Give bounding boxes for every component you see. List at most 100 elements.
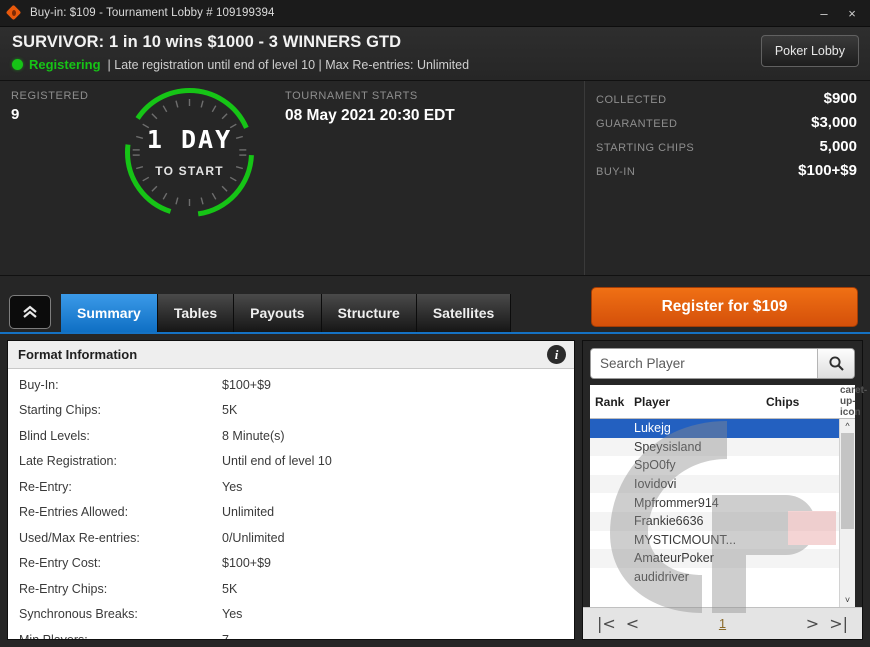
player-row[interactable]: Speysisland xyxy=(590,437,839,457)
scroll-down-button[interactable]: ˅ xyxy=(840,593,855,607)
magnifier-icon xyxy=(828,356,844,371)
tab-summary[interactable]: Summary xyxy=(61,294,158,332)
format-row-value: 0/Unlimited xyxy=(222,530,285,545)
format-row-key: Starting Chips: xyxy=(19,403,101,418)
format-row: Re-Entries Allowed: Unlimited xyxy=(8,500,574,526)
player-row[interactable]: SpO0fy xyxy=(590,456,839,475)
player-name: Frankie6636 xyxy=(634,514,704,529)
format-row-key: Late Registration: xyxy=(19,454,117,469)
player-search-bar xyxy=(590,348,855,379)
pagination-bar: |< < 1 > >| xyxy=(583,607,862,639)
prize-value: $100+$9 xyxy=(798,162,857,179)
prize-row: BUY-IN $100+$9 xyxy=(596,162,857,179)
format-row: Buy-In: $100+$9 xyxy=(8,372,574,398)
player-name: SpO0fy xyxy=(634,458,676,473)
collapse-panel-button[interactable] xyxy=(9,295,51,329)
player-list-header: Rank Player Chips caret-up-icon xyxy=(590,385,867,419)
player-row[interactable]: Frankie6636 xyxy=(590,511,839,531)
format-row: Late Registration: Until end of level 10 xyxy=(8,449,574,475)
status-dot-icon xyxy=(12,59,23,70)
minimize-button[interactable]: – xyxy=(810,2,838,25)
register-button[interactable]: Register for $109 xyxy=(591,287,858,327)
player-name: Lukejg xyxy=(634,421,671,436)
column-header-chips[interactable]: Chips xyxy=(766,395,840,409)
tournament-starts-label: TOURNAMENT STARTS xyxy=(285,90,418,102)
status-badge: Registering xyxy=(29,57,101,72)
countdown-ring: 1 DAY TO START xyxy=(118,81,261,224)
prize-row: STARTING CHIPS 5,000 xyxy=(596,138,857,155)
tournament-header: SURVIVOR: 1 in 10 wins $1000 - 3 WINNERS… xyxy=(0,27,870,81)
player-row[interactable]: MYSTICMOUNT... xyxy=(590,531,839,550)
format-row-value: Yes xyxy=(222,479,243,494)
format-row: Re-Entry Chips: 5K xyxy=(8,576,574,602)
format-row-value: Until end of level 10 xyxy=(222,454,332,469)
player-list-scrollbar[interactable]: ^ ˅ xyxy=(839,419,855,607)
format-row: Blind Levels: 8 Minute(s) xyxy=(8,423,574,449)
next-page-button[interactable]: > xyxy=(801,615,824,632)
player-name: audidriver xyxy=(634,570,689,585)
scroll-up-button[interactable]: ^ xyxy=(840,419,855,433)
search-button[interactable] xyxy=(817,349,854,378)
tab-payouts[interactable]: Payouts xyxy=(234,294,322,332)
format-row-key: Re-Entry Chips: xyxy=(19,581,108,596)
format-row: Synchronous Breaks: Yes xyxy=(8,602,574,628)
format-row-key: Blind Levels: xyxy=(19,428,90,443)
prize-value: 5,000 xyxy=(819,138,857,155)
format-row-key: Used/Max Re-entries: xyxy=(19,530,140,545)
format-row-value: $100+$9 xyxy=(222,556,272,571)
player-list-body: Lukejg Speysisland SpO0fy Iovidovi Mpfrommer… xyxy=(590,419,855,607)
close-button[interactable]: × xyxy=(838,2,866,25)
title-bar: Buy-in: $109 - Tournament Lobby # 109199… xyxy=(0,0,870,27)
player-row[interactable]: AmateurPoker xyxy=(590,549,839,568)
registration-details: | Late registration until end of level 1… xyxy=(107,57,470,72)
column-header-rank[interactable]: Rank xyxy=(590,395,634,409)
format-row: Re-Entry: Yes xyxy=(8,474,574,500)
prize-key: COLLECTED xyxy=(596,94,667,106)
prize-info-panel: COLLECTED $900 GUARANTEED $3,000 STARTIN… xyxy=(585,81,870,275)
tab-satellites[interactable]: Satellites xyxy=(416,294,512,332)
scrollbar-thumb[interactable] xyxy=(841,433,854,529)
format-row: Starting Chips: 5K xyxy=(8,398,574,424)
player-row[interactable]: Lukejg xyxy=(590,419,839,438)
page-number[interactable]: 1 xyxy=(719,616,726,631)
tab-structure[interactable]: Structure xyxy=(321,294,417,332)
format-row-value: 5K xyxy=(222,403,238,418)
format-row-value: 5K xyxy=(222,581,238,596)
player-name: Speysisland xyxy=(634,439,702,454)
format-row-value: 8 Minute(s) xyxy=(222,428,285,443)
search-input[interactable] xyxy=(591,349,817,378)
last-page-button[interactable]: >| xyxy=(824,615,853,632)
tab-tables[interactable]: Tables xyxy=(157,294,235,332)
countdown-text: 1 DAY TO START xyxy=(118,81,261,224)
format-panel-header: Format Information i xyxy=(8,341,574,369)
player-row[interactable]: Iovidovi xyxy=(590,474,839,494)
player-rows: Lukejg Speysisland SpO0fy Iovidovi Mpfrommer… xyxy=(590,419,839,607)
tournament-lobby-window: Buy-in: $109 - Tournament Lobby # 109199… xyxy=(0,0,870,647)
info-icon[interactable]: i xyxy=(547,345,566,364)
format-row-key: Re-Entry Cost: xyxy=(19,556,101,571)
format-row-key: Re-Entries Allowed: xyxy=(19,505,129,520)
player-name: Mpfrommer914 xyxy=(634,495,719,510)
format-row-value: $100+$9 xyxy=(222,377,272,392)
format-row-value: Unlimited xyxy=(222,505,275,520)
panel-title: Format Information xyxy=(18,347,138,362)
prize-row: COLLECTED $900 xyxy=(596,90,857,107)
prize-key: BUY-IN xyxy=(596,166,636,178)
window-title: Buy-in: $109 - Tournament Lobby # 109199… xyxy=(30,7,275,19)
player-row[interactable]: Mpfrommer914 xyxy=(590,493,839,512)
prev-page-button[interactable]: < xyxy=(621,615,644,632)
poker-lobby-button[interactable]: Poker Lobby xyxy=(760,35,859,67)
format-row-key: Buy-In: xyxy=(19,377,59,392)
tournament-title: SURVIVOR: 1 in 10 wins $1000 - 3 WINNERS… xyxy=(12,33,402,51)
first-page-button[interactable]: |< xyxy=(592,615,621,632)
player-row[interactable]: audidriver xyxy=(590,568,839,587)
tournament-info-strip: REGISTERED 9 TOURNAMENT STARTS 08 May 20… xyxy=(0,81,870,276)
scrollbar-track[interactable] xyxy=(840,433,855,593)
info-strip-left: REGISTERED 9 TOURNAMENT STARTS 08 May 20… xyxy=(0,81,585,275)
player-name: Iovidovi xyxy=(634,477,677,492)
column-header-player[interactable]: Player xyxy=(634,395,766,409)
prize-row: GUARANTEED $3,000 xyxy=(596,114,857,131)
format-row-value: 7 xyxy=(222,633,229,639)
prize-value: $3,000 xyxy=(811,114,857,131)
pager-right-controls: > >| xyxy=(801,615,853,632)
